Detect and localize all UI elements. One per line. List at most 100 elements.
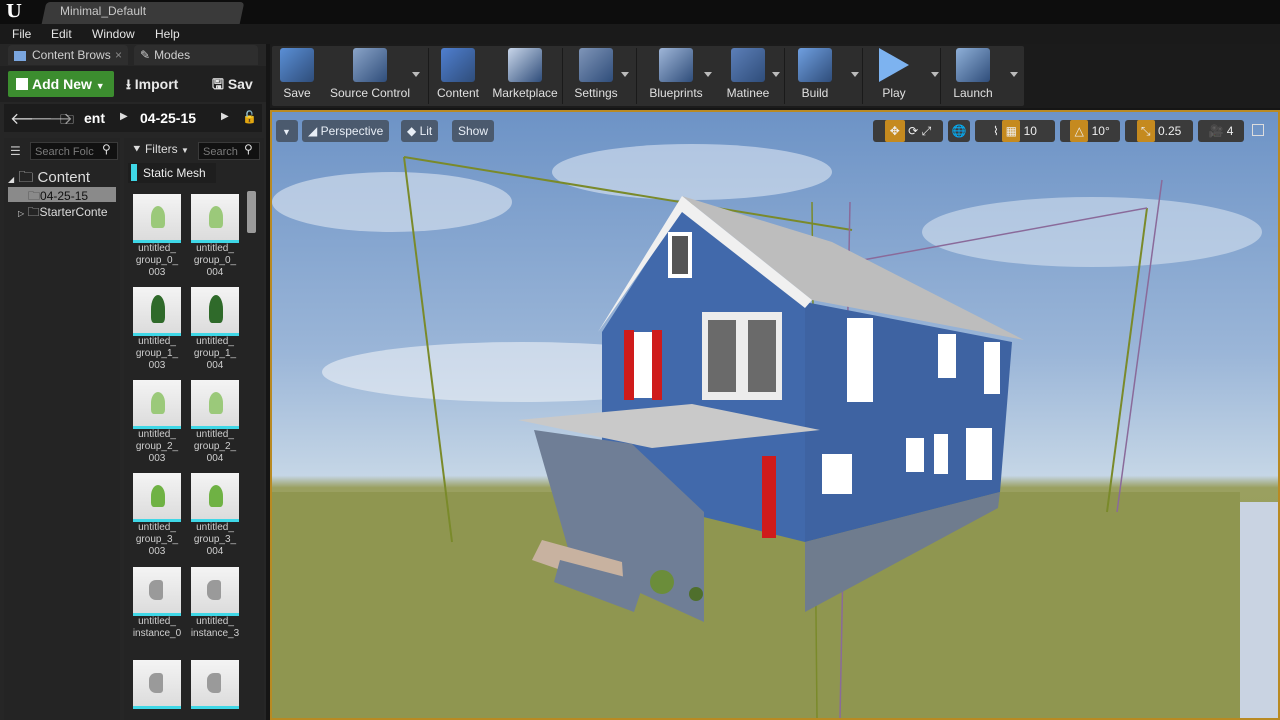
camera-speed-icon[interactable]: 🎥 [1209,124,1224,138]
tree-toggle-icon[interactable]: ☰ [10,144,21,158]
breadcrumb-separator-icon[interactable]: ▶ [120,111,128,122]
show-button[interactable]: Show [452,120,495,142]
asset-label: untitled_ instance_0 [132,616,182,639]
toolbar-launch-button[interactable]: Launch [946,48,1000,100]
rotation-snap-control: △ 10° [1060,120,1120,142]
tree-item-label: StarterConte [39,205,108,219]
toolbar-button-label: Save [283,86,311,100]
plant-mesh-icon [209,295,223,323]
folder-icon: 🗀 [18,169,34,186]
translate-icon[interactable]: ✥ [884,120,905,142]
viewport-options-button[interactable]: ▼ [276,120,298,142]
toolbar-blueprints-button[interactable]: Blueprints [642,48,710,100]
camera-speed-value[interactable]: 4 [1227,124,1234,138]
menu-file[interactable]: File [12,27,31,41]
search-icon[interactable]: ⚲ [102,142,111,156]
grid-snap-value[interactable]: 10 [1024,124,1037,138]
asset-tile[interactable]: untitled_ group_3_ 003 [133,473,183,558]
toolbar-matinee-button[interactable]: Matinee [720,48,776,100]
scale-icon[interactable]: ⤢ [922,124,932,138]
cylinder-mesh-icon [207,580,221,600]
tab-content-browser[interactable]: Content Brows × [8,45,128,65]
scale-snap-icon[interactable]: ⤡ [1136,120,1155,142]
toolbar-play-button[interactable]: Play [866,48,922,100]
toolbar-content-button[interactable]: Content [434,48,482,100]
asset-label: untitled_ group_1_ 003 [135,336,179,371]
rotate-icon[interactable]: ⟳ [908,124,918,138]
chevron-down-icon[interactable] [412,72,420,77]
scale-snap-control: ⤡ 0.25 [1125,120,1193,142]
search-icon[interactable]: ⚲ [244,142,253,156]
breadcrumb-arrow-icon[interactable]: ▶ [221,111,229,122]
lock-icon[interactable]: 🔓 [242,110,257,124]
chevron-down-icon[interactable] [851,72,859,77]
tree-root-label: Content [37,169,91,186]
chevron-down-icon[interactable] [772,72,780,77]
asset-tile[interactable]: untitled_ instance_0 [133,567,183,640]
cylinder-mesh-icon [207,673,221,693]
toolbar-save-button[interactable]: Save [278,48,316,100]
toolbar-button-label: Settings [574,86,618,100]
rotation-snap-icon[interactable]: △ [1070,120,1089,142]
scale-snap-value[interactable]: 0.25 [1158,124,1181,138]
world-local-icon[interactable]: 🌐 [948,120,970,142]
asset-tile[interactable]: untitled_ group_3_ 004 [191,473,241,558]
asset-thumbnail [133,473,181,522]
chevron-down-icon: ▼ [282,127,291,137]
asset-tile[interactable]: untitled_ group_1_ 004 [191,287,241,372]
chevron-down-icon[interactable] [931,72,939,77]
level-viewport[interactable] [270,110,1280,720]
menu-help[interactable]: Help [155,27,180,41]
asset-thumbnail [191,380,239,429]
perspective-icon: ◢ [308,124,318,138]
toolbar-marketplace-button[interactable]: Marketplace [490,48,560,100]
tree-item-starter-content[interactable]: ▷ 🗀StarterConte [18,203,108,224]
lit-button[interactable]: ◆ Lit [401,120,439,142]
asset-tile[interactable]: untitled_ group_0_ 004 [191,194,241,279]
asset-tile[interactable]: untitled_ instance_3 [191,567,241,640]
filter-icon: ⯆ [132,142,142,156]
tab-modes[interactable]: ✎ Modes [134,45,258,65]
chevron-down-icon[interactable] [704,72,712,77]
breadcrumb-content[interactable]: ent [84,110,105,126]
toolbar-build-button[interactable]: Build [790,48,840,100]
expand-icon: ▷ [18,209,25,218]
menu-window[interactable]: Window [92,27,135,41]
toolbar-button-label: Launch [953,86,993,100]
asset-label: untitled_ instance_3 [190,616,240,639]
unreal-logo-icon: U [6,1,22,22]
toolbar-separator [940,48,941,104]
menu-edit[interactable]: Edit [51,27,72,41]
folder-icon: 🗀 [60,111,74,127]
toolbar-settings-button[interactable]: Settings [568,48,624,100]
chevron-down-icon[interactable] [621,72,629,77]
maximize-viewport-icon[interactable] [1252,124,1264,136]
grid-snap-icon[interactable]: ▦ [1002,120,1021,142]
save-all-button[interactable]: 🖫 Sav [212,71,253,97]
asset-thumbnail [191,660,239,709]
chevron-down-icon[interactable] [1010,72,1018,77]
asset-tile[interactable] [133,660,183,709]
static-mesh-filter[interactable]: Static Mesh [128,163,216,183]
toolbar-source-control-button[interactable]: Source Control [326,48,414,100]
tree-item-04-25-15[interactable]: 🗀04-25-15 [8,187,116,203]
asset-tile[interactable]: untitled_ group_0_ 003 [133,194,183,279]
add-icon [16,78,28,90]
asset-tile[interactable]: untitled_ group_2_ 004 [191,380,241,465]
surface-snap-icon[interactable]: ⌇ [993,124,999,138]
rotation-snap-value[interactable]: 10° [1092,124,1110,138]
filter-color-swatch [131,164,137,181]
close-tab-icon[interactable]: × [115,45,122,65]
asset-tile[interactable]: untitled_ group_2_ 003 [133,380,183,465]
asset-tile[interactable]: untitled_ group_1_ 003 [133,287,183,372]
folder-icon: 🗀 [28,189,41,203]
add-new-button[interactable]: Add New ▼ [8,71,114,97]
import-button[interactable]: ⭳ Import [126,71,178,97]
perspective-button[interactable]: ◢ Perspective [302,120,390,142]
breadcrumb-folder[interactable]: 04-25-15 [140,110,196,126]
asset-tile[interactable] [191,660,241,709]
grid-snap-control: ⌇ ▦ 10 [975,120,1055,142]
build-icon [798,48,832,82]
filters-button[interactable]: ⯆ Filters ▼ [132,142,189,157]
asset-scrollbar[interactable] [247,191,256,233]
